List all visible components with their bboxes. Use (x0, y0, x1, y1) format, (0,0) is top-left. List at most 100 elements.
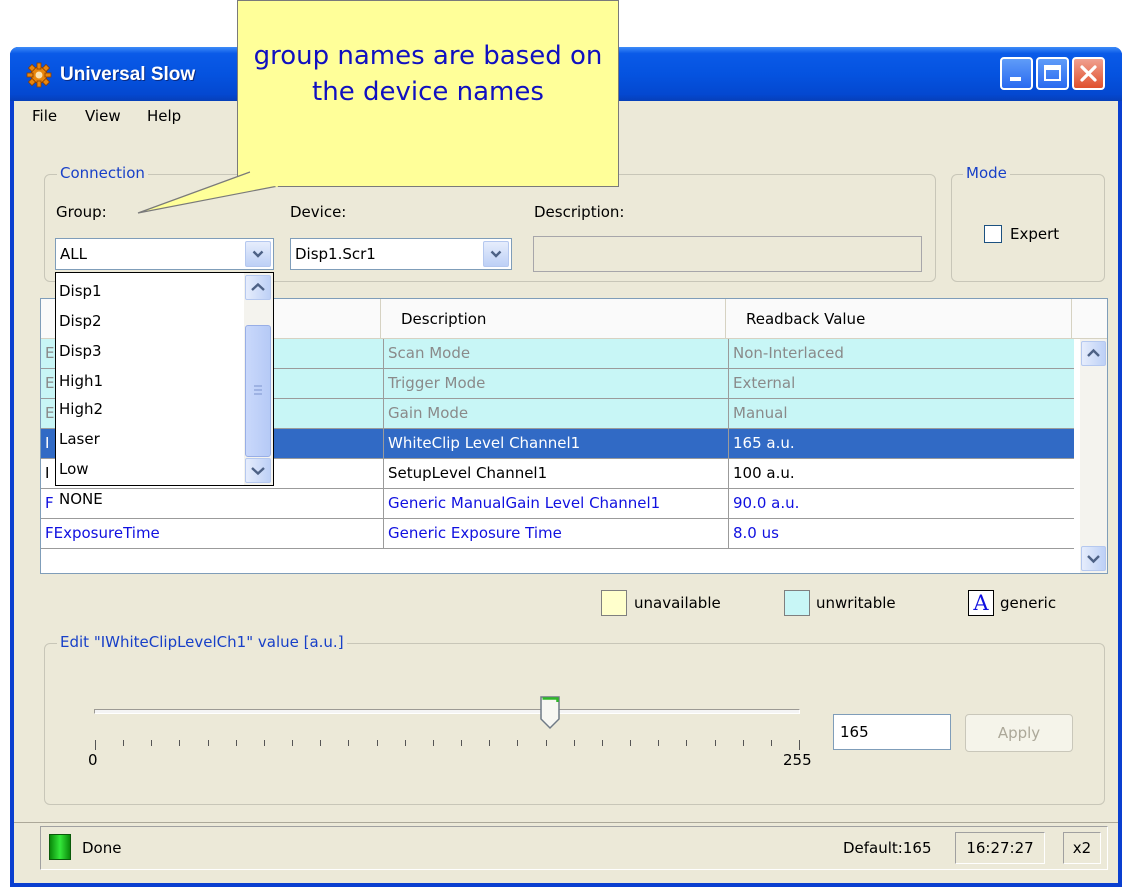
cell-name: FExposureTime (41, 519, 384, 548)
dropdown-scroll-up-button[interactable] (245, 275, 271, 300)
dropdown-scroll-thumb[interactable] (245, 325, 271, 457)
column-header-readback[interactable]: Readback Value (726, 299, 1072, 339)
cell-value: External (729, 369, 1074, 398)
slider-tick (95, 740, 96, 750)
scroll-up-button[interactable] (1081, 341, 1106, 366)
cell-description: Trigger Mode (384, 369, 729, 398)
scroll-down-button[interactable] (1081, 546, 1106, 571)
dropdown-item[interactable]: Disp3 (59, 336, 244, 366)
edit-group-title: Edit "IWhiteClipLevelCh1" value [a.u.] (57, 633, 347, 651)
expert-label: Expert (1010, 225, 1060, 243)
description-field (533, 236, 922, 272)
window-title: Universal Slow (60, 64, 196, 85)
slider-tick (377, 740, 378, 746)
cell-value: 8.0 us (733, 524, 779, 542)
cell-description: Gain Mode (384, 399, 729, 428)
status-divider (14, 822, 1118, 823)
group-select-button[interactable] (245, 241, 271, 267)
slider-tick (517, 740, 518, 746)
slider-tick (658, 740, 659, 746)
cell-description: Generic ManualGain Level Channel1 (384, 489, 729, 518)
slider-tick (686, 740, 687, 746)
cell-description: WhiteClip Level Channel1 (384, 429, 729, 458)
device-select-button[interactable] (483, 241, 509, 267)
group-select[interactable]: ALL (55, 238, 274, 270)
grip-icon (254, 385, 262, 395)
table-scrollbar[interactable] (1080, 339, 1107, 573)
slider-tick (489, 740, 490, 746)
dropdown-item[interactable]: Disp2 (59, 306, 244, 336)
cell-value: 100 a.u. (733, 464, 795, 482)
slider-tick (461, 740, 462, 746)
expert-checkbox[interactable] (984, 225, 1002, 243)
chevron-down-icon (252, 250, 264, 258)
slider-tick (433, 740, 434, 746)
device-label: Device: (290, 203, 347, 221)
chevron-down-icon (251, 467, 265, 476)
slider-tick (630, 740, 631, 746)
device-select[interactable]: Disp1.Scr1 (290, 238, 512, 270)
app-gear-icon (26, 62, 52, 88)
cell-value: 90.0 a.u. (733, 494, 800, 512)
group-select-value: ALL (60, 245, 87, 263)
cell-value: Manual (729, 399, 1074, 428)
close-icon (1080, 65, 1097, 82)
value-slider-thumb[interactable] (539, 695, 561, 731)
slider-tick (292, 740, 293, 746)
slider-tick (799, 740, 800, 750)
table-row[interactable]: FExposureTime Generic Exposure Time 8.0 … (41, 519, 1074, 549)
apply-button[interactable]: Apply (965, 714, 1073, 752)
cell-description: Scan Mode (384, 339, 729, 368)
status-text: Done (82, 839, 122, 857)
chevron-down-icon (490, 250, 502, 258)
connection-group-title: Connection (57, 164, 148, 182)
dropdown-item[interactable]: Laser (59, 424, 244, 454)
column-header-description[interactable]: Description (381, 299, 726, 339)
status-bar (40, 826, 1108, 870)
mode-group-title: Mode (963, 164, 1010, 182)
status-time: 16:27:27 (955, 832, 1045, 864)
slider-tick (264, 740, 265, 746)
dropdown-scroll-down-button[interactable] (245, 458, 271, 483)
slider-tick (208, 740, 209, 746)
close-button[interactable] (1072, 57, 1105, 90)
generic-swatch: A (968, 590, 994, 616)
group-label: Group: (56, 203, 107, 221)
unavailable-swatch (601, 590, 627, 616)
minimize-button[interactable] (1000, 57, 1033, 90)
cell-value: Non-Interlaced (729, 339, 1074, 368)
slider-tick (602, 740, 603, 746)
slider-min-label: 0 (88, 751, 98, 769)
dropdown-item[interactable]: Disp1 (59, 276, 244, 306)
slider-tick (743, 740, 744, 746)
slider-tick (546, 740, 547, 746)
slider-tick (151, 740, 152, 746)
dropdown-item[interactable]: High2 (59, 394, 244, 424)
slider-tick (123, 740, 124, 746)
status-zoom: x2 (1063, 832, 1101, 864)
menu-view[interactable]: View (81, 104, 125, 128)
slider-max-label: 255 (783, 751, 812, 769)
value-input[interactable]: 165 (833, 714, 951, 750)
chevron-down-icon (1087, 555, 1100, 564)
dropdown-item[interactable]: NONE (59, 484, 244, 514)
menu-help[interactable]: Help (143, 104, 185, 128)
maximize-button[interactable] (1036, 57, 1069, 90)
slider-tick (179, 740, 180, 746)
slider-tick (715, 740, 716, 746)
status-led-icon (49, 834, 71, 860)
cell-value: 165 a.u. (729, 429, 1074, 458)
cell-description: SetupLevel Channel1 (384, 459, 729, 488)
status-default: Default:165 (843, 839, 932, 857)
minimize-icon (1010, 77, 1021, 81)
unwritable-swatch (784, 590, 810, 616)
dropdown-item[interactable]: High1 (59, 366, 244, 396)
callout-text: group names are based on the device name… (253, 41, 603, 107)
menu-file[interactable]: File (28, 104, 61, 128)
slider-tick (405, 740, 406, 746)
dropdown-item[interactable]: Low (59, 454, 244, 484)
maximize-icon (1044, 65, 1061, 81)
value-slider-track[interactable] (94, 709, 800, 714)
chevron-up-icon (251, 282, 265, 291)
slider-tick (236, 740, 237, 746)
